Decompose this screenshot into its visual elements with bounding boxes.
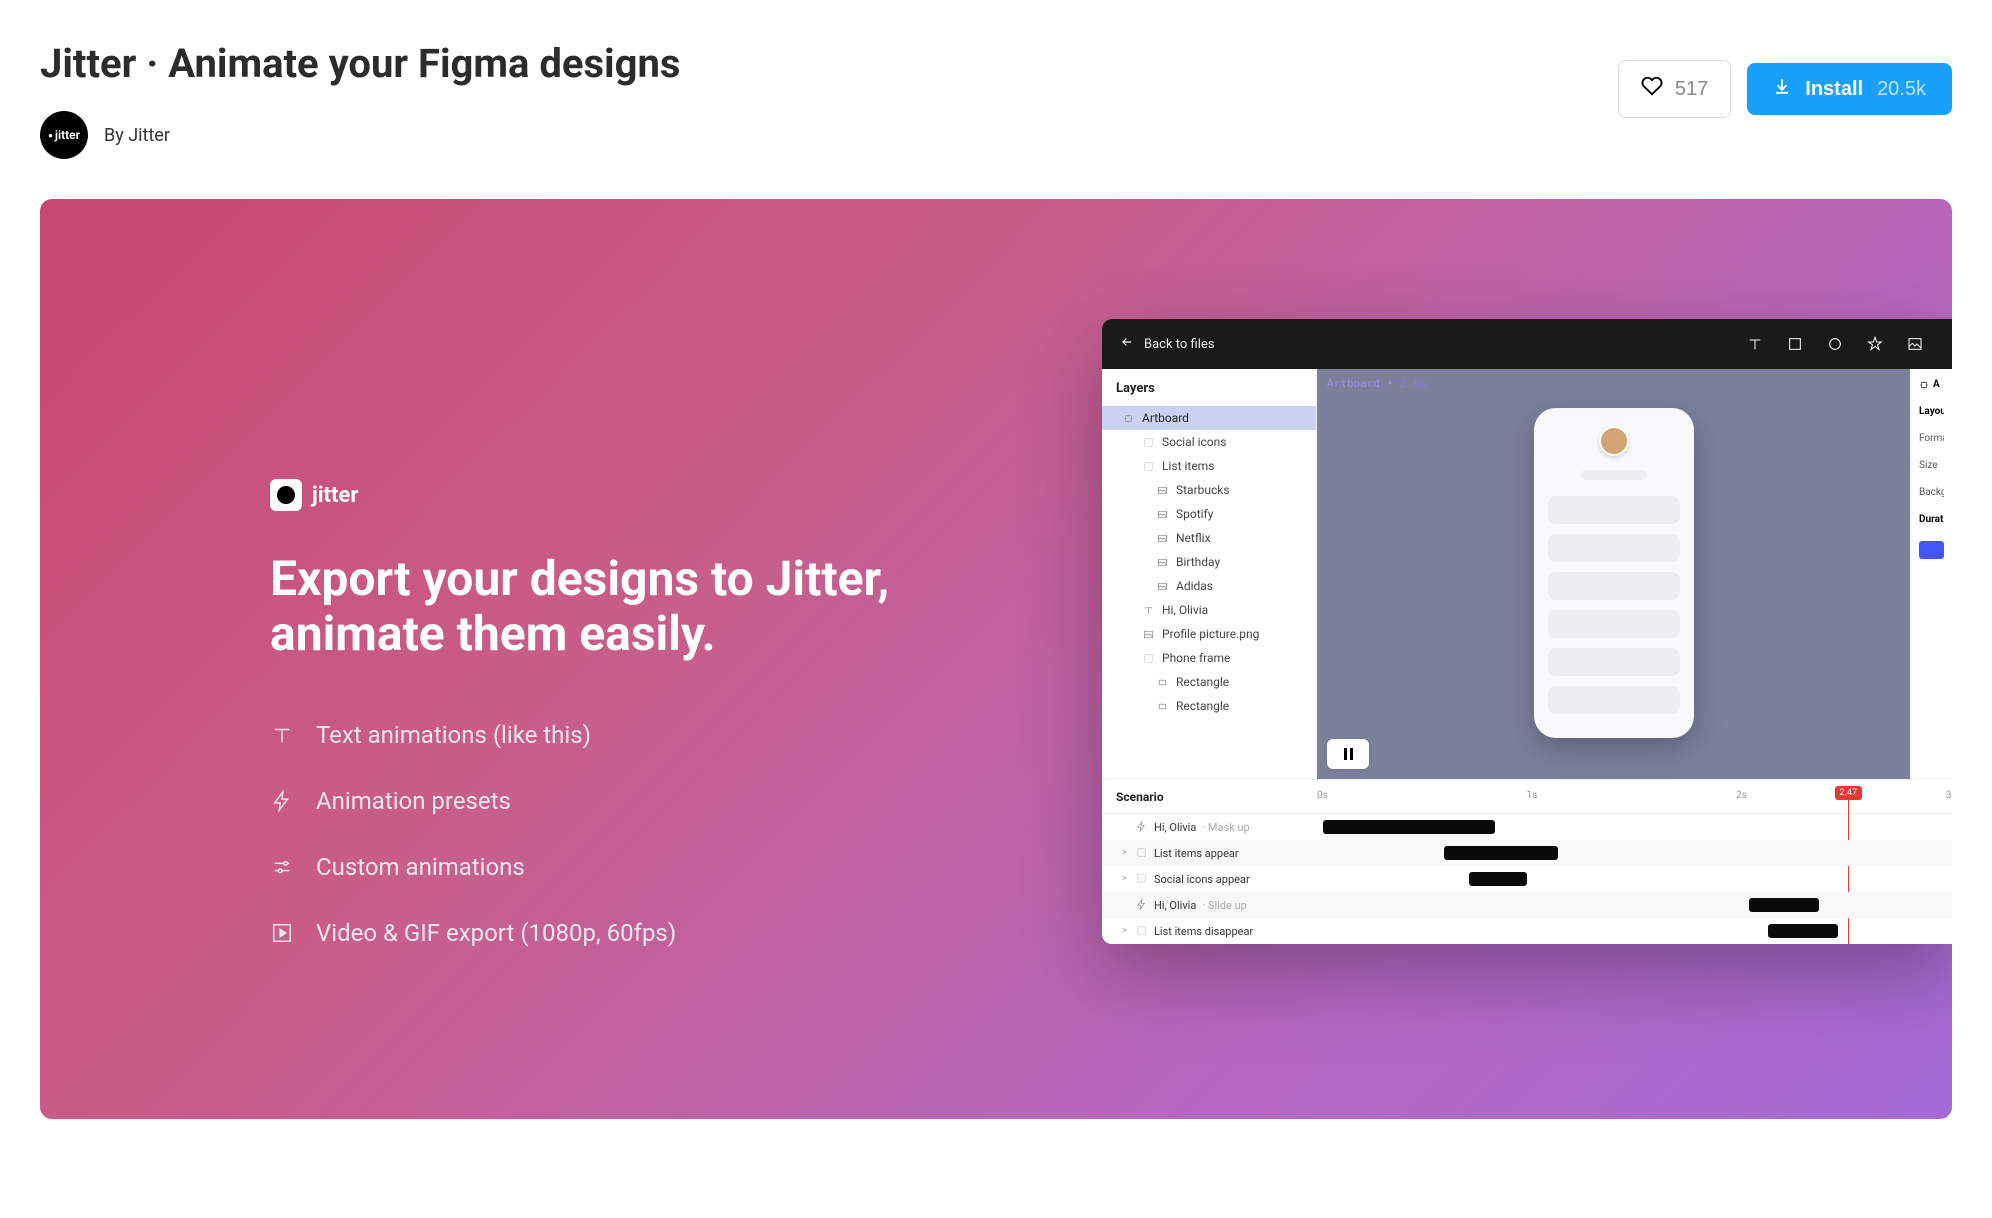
image-icon	[1156, 508, 1168, 520]
profile-avatar	[1599, 426, 1629, 456]
artboard-phone-frame[interactable]	[1534, 408, 1694, 738]
page-title: Jitter · Animate your Figma designs	[40, 40, 680, 87]
jitter-logo-icon	[270, 479, 302, 511]
image-icon	[1156, 580, 1168, 592]
feature-item: Animation presets	[270, 787, 970, 815]
timeline-row[interactable]: >List items disappear	[1102, 918, 1317, 944]
image-tool-icon[interactable]	[1906, 335, 1924, 353]
timeline-panel: Scenario 0s 1s 2s 3s 2.47 Hi, Olivia · M…	[1102, 779, 1952, 944]
install-count: 20.5k	[1877, 78, 1926, 101]
text-tool-icon[interactable]	[1746, 335, 1764, 353]
image-icon	[1156, 484, 1168, 496]
layer-row[interactable]: Birthday	[1102, 550, 1316, 574]
scenario-label: Scenario	[1102, 790, 1317, 804]
dashed-icon	[1142, 652, 1154, 664]
layer-row[interactable]: Hi, Olivia	[1102, 598, 1316, 622]
dashed-icon	[1136, 873, 1148, 885]
layer-row[interactable]: Netflix	[1102, 526, 1316, 550]
back-to-files-link[interactable]: Back to files	[1120, 335, 1215, 353]
bolt-icon	[270, 789, 294, 813]
properties-panel: A Layou Forma Size Backg Durat	[1910, 369, 1952, 779]
feature-item: Custom animations	[270, 853, 970, 881]
install-label: Install	[1805, 78, 1863, 101]
sliders-icon	[270, 855, 294, 879]
play-icon	[270, 921, 294, 945]
timeline-bar[interactable]	[1768, 924, 1838, 938]
timeline-bar[interactable]	[1749, 898, 1819, 912]
layer-row[interactable]: Spotify	[1102, 502, 1316, 526]
hero-headline: Export your designs to Jitter, animate t…	[270, 551, 970, 661]
text-icon	[1142, 604, 1154, 616]
canvas-area[interactable]: Artboard • 2.6s	[1317, 369, 1910, 779]
timeline-row[interactable]: Hi, Olivia · Slide up	[1102, 892, 1317, 918]
pause-button[interactable]	[1327, 739, 1369, 769]
props-accent-button[interactable]	[1919, 541, 1944, 559]
props-tab[interactable]: A	[1919, 379, 1944, 390]
expand-icon[interactable]: >	[1122, 926, 1130, 936]
dashed-icon	[1136, 925, 1148, 937]
layer-row[interactable]: List items	[1102, 454, 1316, 478]
install-button[interactable]: Install 20.5k	[1747, 63, 1952, 115]
feature-item: Text animations (like this)	[270, 721, 970, 749]
text-icon	[270, 723, 294, 747]
layer-row[interactable]: Artboard	[1102, 406, 1316, 430]
author-name[interactable]: By Jitter	[104, 125, 170, 146]
rect-icon	[1156, 676, 1168, 688]
author-avatar[interactable]: jitter	[40, 111, 88, 159]
bolt-icon	[1136, 899, 1148, 911]
layer-row[interactable]: Profile picture.png	[1102, 622, 1316, 646]
bolt-icon	[1136, 821, 1148, 833]
star-tool-icon[interactable]	[1866, 335, 1884, 353]
image-icon	[1156, 556, 1168, 568]
frame-icon	[1122, 412, 1134, 424]
layers-panel: Layers ArtboardSocial iconsList itemsSta…	[1102, 369, 1317, 779]
hero-banner: jitter Export your designs to Jitter, an…	[40, 199, 1952, 1119]
expand-icon[interactable]: >	[1122, 874, 1130, 884]
timeline-row[interactable]: >List items appear	[1102, 840, 1317, 866]
layer-row[interactable]: Rectangle	[1102, 670, 1316, 694]
playhead-marker[interactable]: 2.47	[1835, 786, 1863, 800]
timeline-row[interactable]: >Social icons appear	[1102, 866, 1317, 892]
like-count: 517	[1675, 78, 1708, 101]
layer-row[interactable]: Adidas	[1102, 574, 1316, 598]
layer-row[interactable]: Social icons	[1102, 430, 1316, 454]
dashed-icon	[1142, 460, 1154, 472]
download-icon	[1773, 77, 1791, 101]
layer-row[interactable]: Rectangle	[1102, 694, 1316, 718]
timeline-row[interactable]: Hi, Olivia · Mask up	[1102, 814, 1317, 840]
app-preview-window: Back to files Layers ArtboardSocial icon…	[1102, 319, 1952, 944]
arrow-left-icon	[1120, 335, 1134, 353]
layer-row[interactable]: Starbucks	[1102, 478, 1316, 502]
timeline-bar[interactable]	[1323, 820, 1494, 834]
layers-panel-title: Layers	[1102, 369, 1316, 406]
timeline-bar[interactable]	[1469, 872, 1526, 886]
rect-icon	[1156, 700, 1168, 712]
like-button[interactable]: 517	[1618, 60, 1731, 118]
canvas-artboard-label: Artboard • 2.6s	[1317, 369, 1910, 398]
timeline-bar[interactable]	[1444, 846, 1558, 860]
layer-row[interactable]: Phone frame	[1102, 646, 1316, 670]
feature-item: Video & GIF export (1080p, 60fps)	[270, 919, 970, 947]
rectangle-tool-icon[interactable]	[1786, 335, 1804, 353]
circle-tool-icon[interactable]	[1826, 335, 1844, 353]
image-icon	[1156, 532, 1168, 544]
image-icon	[1142, 628, 1154, 640]
time-ruler[interactable]: 0s 1s 2s 3s 2.47	[1317, 780, 1952, 813]
dashed-icon	[1136, 847, 1148, 859]
hero-logo: jitter	[270, 479, 970, 511]
dashed-icon	[1142, 436, 1154, 448]
expand-icon[interactable]: >	[1122, 848, 1130, 858]
heart-icon	[1641, 75, 1663, 103]
